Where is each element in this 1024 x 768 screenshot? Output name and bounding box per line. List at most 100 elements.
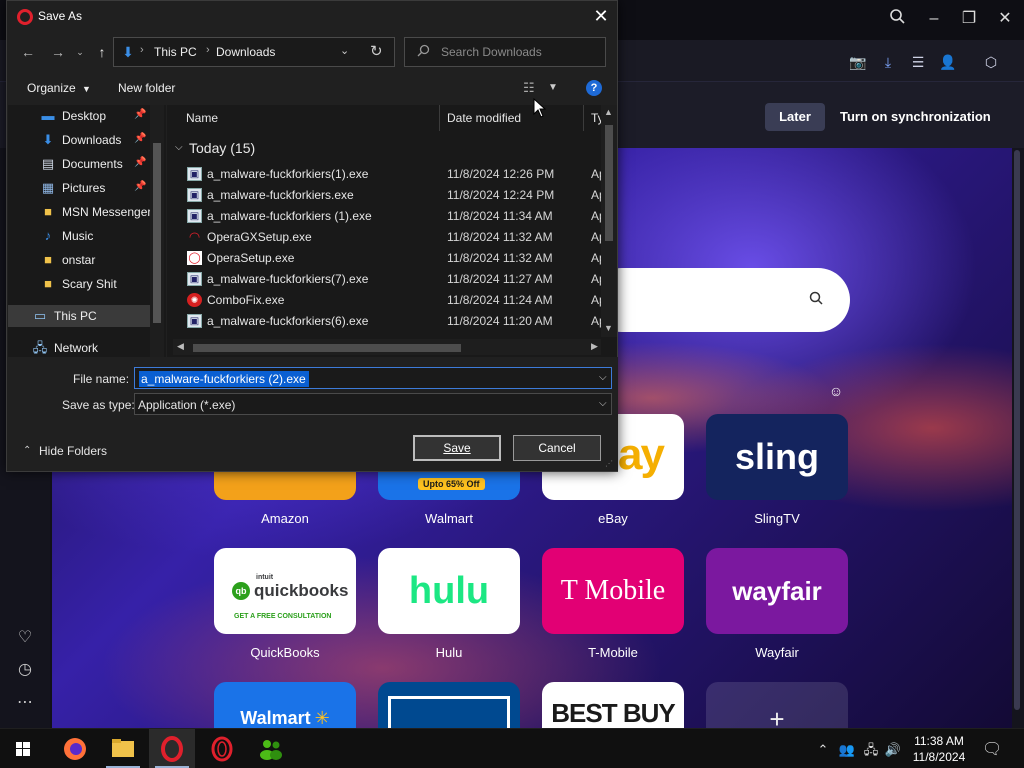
scroll-left-icon[interactable]: ◀: [177, 341, 184, 352]
file-row[interactable]: ◯ OperaSetup.exe 11/8/2024 11:32 AM Ap: [183, 248, 607, 269]
nav-pane-scroll-thumb[interactable]: [153, 143, 161, 323]
forward-arrow-icon[interactable]: →: [47, 41, 69, 63]
nav-item-scary-shit[interactable]: ■ Scary Shit: [8, 273, 154, 295]
navigation-pane[interactable]: ▬ Desktop 📌 ⬇ Downloads 📌 ▤ Documents 📌 …: [8, 105, 166, 357]
dialog-title-bar[interactable]: Save As ✕: [7, 1, 617, 33]
turn-on-sync-button[interactable]: Turn on synchronization: [840, 103, 1000, 131]
column-separator[interactable]: [439, 105, 440, 131]
search-input[interactable]: [441, 43, 601, 61]
file-row[interactable]: ▣ a_malware-fuckforkiers (1).exe 11/8/20…: [183, 206, 607, 227]
heart-icon[interactable]: ♡: [12, 625, 38, 651]
scroll-right-icon[interactable]: ▶: [591, 341, 598, 352]
refresh-icon[interactable]: ↻: [370, 42, 383, 60]
scroll-down-icon[interactable]: ▼: [604, 323, 613, 333]
download-icon[interactable]: ⤓: [878, 52, 898, 72]
tile-hulu[interactable]: hulu: [378, 548, 520, 634]
file-list-scroll-thumb[interactable]: [605, 125, 613, 241]
recent-locations-chevron-icon[interactable]: ⌄: [69, 41, 91, 63]
camera-icon[interactable]: 📷: [848, 52, 868, 72]
taskbar-opera[interactable]: [149, 729, 195, 768]
up-arrow-icon[interactable]: ↑: [91, 41, 113, 63]
help-icon[interactable]: ?: [586, 80, 602, 96]
group-collapse-chevron-icon[interactable]: ⌵: [175, 142, 183, 153]
save-as-type-chevron-icon[interactable]: ⌵: [599, 398, 607, 409]
later-button[interactable]: Later: [765, 103, 825, 131]
file-date: 11/8/2024 11:32 AM: [447, 230, 553, 244]
search-icon[interactable]: [806, 290, 826, 310]
file-row[interactable]: ✺ ComboFix.exe 11/8/2024 11:24 AM Ap: [183, 290, 607, 311]
group-header-today[interactable]: Today (15): [189, 140, 255, 156]
minimize-icon[interactable]: –: [922, 8, 946, 30]
organize-button[interactable]: Organize ▼: [27, 81, 91, 95]
file-row[interactable]: ▣ a_malware-fuckforkiers(1).exe 11/8/202…: [183, 164, 607, 185]
breadcrumb-this-pc[interactable]: This PC: [154, 45, 197, 59]
view-details-icon[interactable]: ☷: [523, 80, 535, 96]
tile-sling[interactable]: sling: [706, 414, 848, 500]
taskbar-msn-messenger[interactable]: [248, 729, 294, 768]
breadcrumb-downloads[interactable]: Downloads: [216, 45, 275, 59]
messenger-tray-icon[interactable]: 👥: [838, 741, 856, 759]
save-button[interactable]: Save: [413, 435, 501, 461]
column-header-date-modified[interactable]: Date modified: [447, 111, 521, 125]
cancel-button[interactable]: Cancel: [513, 435, 601, 461]
resize-grip-icon[interactable]: ⋰: [605, 459, 613, 468]
column-header-name[interactable]: Name: [186, 111, 218, 125]
close-browser-icon[interactable]: ✕: [993, 8, 1017, 30]
folder-icon: ■: [44, 276, 52, 291]
nav-item-network[interactable]: 🖧 Network: [8, 337, 154, 357]
taskbar-opera-gx[interactable]: [199, 729, 245, 768]
view-options-chevron-icon[interactable]: ▼: [548, 82, 558, 93]
show-hidden-icons-chevron-icon[interactable]: ⌃: [814, 741, 832, 759]
history-icon[interactable]: ◷: [12, 657, 38, 683]
easy-setup-icon[interactable]: ☰: [908, 52, 928, 72]
back-arrow-icon[interactable]: ←: [17, 41, 39, 63]
profile-icon[interactable]: 👤: [938, 52, 958, 72]
hide-folders-button[interactable]: Hide Folders: [22, 444, 107, 458]
file-name-input[interactable]: [139, 371, 309, 387]
path-history-chevron-icon[interactable]: ⌄: [340, 44, 349, 57]
file-list-pane[interactable]: Name Date modified Ty ⌵ Today (15) ▣ a_m…: [167, 105, 617, 357]
file-row[interactable]: ▣ a_malware-fuckforkiers(7).exe 11/8/202…: [183, 269, 607, 290]
new-folder-button[interactable]: New folder: [118, 81, 175, 95]
address-breadcrumb[interactable]: ⬇ › This PC › Downloads ⌄ ↻: [113, 37, 395, 67]
file-row[interactable]: ▣ a_malware-fuckforkiers.exe 11/8/2024 1…: [183, 185, 607, 206]
column-separator[interactable]: [583, 105, 584, 131]
file-row[interactable]: ◠ OperaGXSetup.exe 11/8/2024 11:32 AM Ap: [183, 227, 607, 248]
tile-tmobile[interactable]: T Mobile: [542, 548, 684, 634]
nav-item-downloads[interactable]: ⬇ Downloads 📌: [8, 129, 154, 151]
nav-item-desktop[interactable]: ▬ Desktop 📌: [8, 105, 154, 127]
tile-quickbooks[interactable]: qb intuit quickbooks GET A FREE CONSULTA…: [214, 548, 356, 634]
nav-item-pictures[interactable]: ▦ Pictures 📌: [8, 177, 154, 199]
extensions-icon[interactable]: ⬡: [981, 52, 1001, 72]
notifications-icon[interactable]: 🗨: [982, 741, 1002, 759]
tile-walmart-2[interactable]: Walmart ✳: [214, 682, 356, 728]
search-tabs-icon[interactable]: [885, 8, 909, 30]
page-scroll-thumb[interactable]: [1014, 150, 1020, 710]
clock-date[interactable]: 11/8/2024: [910, 750, 968, 764]
smiley-icon[interactable]: ☺: [827, 382, 845, 400]
search-downloads-box[interactable]: [404, 37, 606, 67]
tile-bestbuy[interactable]: BEST BUY: [542, 682, 684, 728]
nav-item-onstar[interactable]: ■ onstar: [8, 249, 154, 271]
nav-item-music[interactable]: ♪ Music: [8, 225, 154, 247]
tile-wayfair[interactable]: wayfair: [706, 548, 848, 634]
network-tray-icon[interactable]: 🖧: [862, 741, 880, 759]
start-button[interactable]: [0, 729, 46, 768]
clock-time[interactable]: 11:38 AM: [910, 734, 968, 748]
restore-icon[interactable]: ❐: [957, 8, 981, 30]
nav-label: onstar: [62, 253, 96, 267]
add-site-tile[interactable]: +: [706, 682, 848, 728]
nav-item-this-pc[interactable]: ▭ This PC: [8, 305, 154, 327]
file-list-hscroll-thumb[interactable]: [193, 344, 461, 352]
taskbar-file-explorer[interactable]: [100, 729, 146, 768]
nav-item-msn-messenger[interactable]: ■ MSN Messenger: [8, 201, 154, 223]
scroll-up-icon[interactable]: ▲: [604, 107, 613, 117]
nav-item-documents[interactable]: ▤ Documents 📌: [8, 153, 154, 175]
taskbar-firefox[interactable]: [52, 729, 98, 768]
file-name-dropdown-chevron-icon[interactable]: ⌵: [599, 372, 607, 383]
file-row[interactable]: ▣ a_malware-fuckforkiers(6).exe 11/8/202…: [183, 311, 607, 332]
more-icon[interactable]: ⋯: [12, 690, 38, 716]
tile-lowes[interactable]: [378, 682, 520, 728]
dialog-close-button[interactable]: ✕: [589, 5, 613, 27]
volume-icon[interactable]: 🔊: [884, 741, 902, 759]
